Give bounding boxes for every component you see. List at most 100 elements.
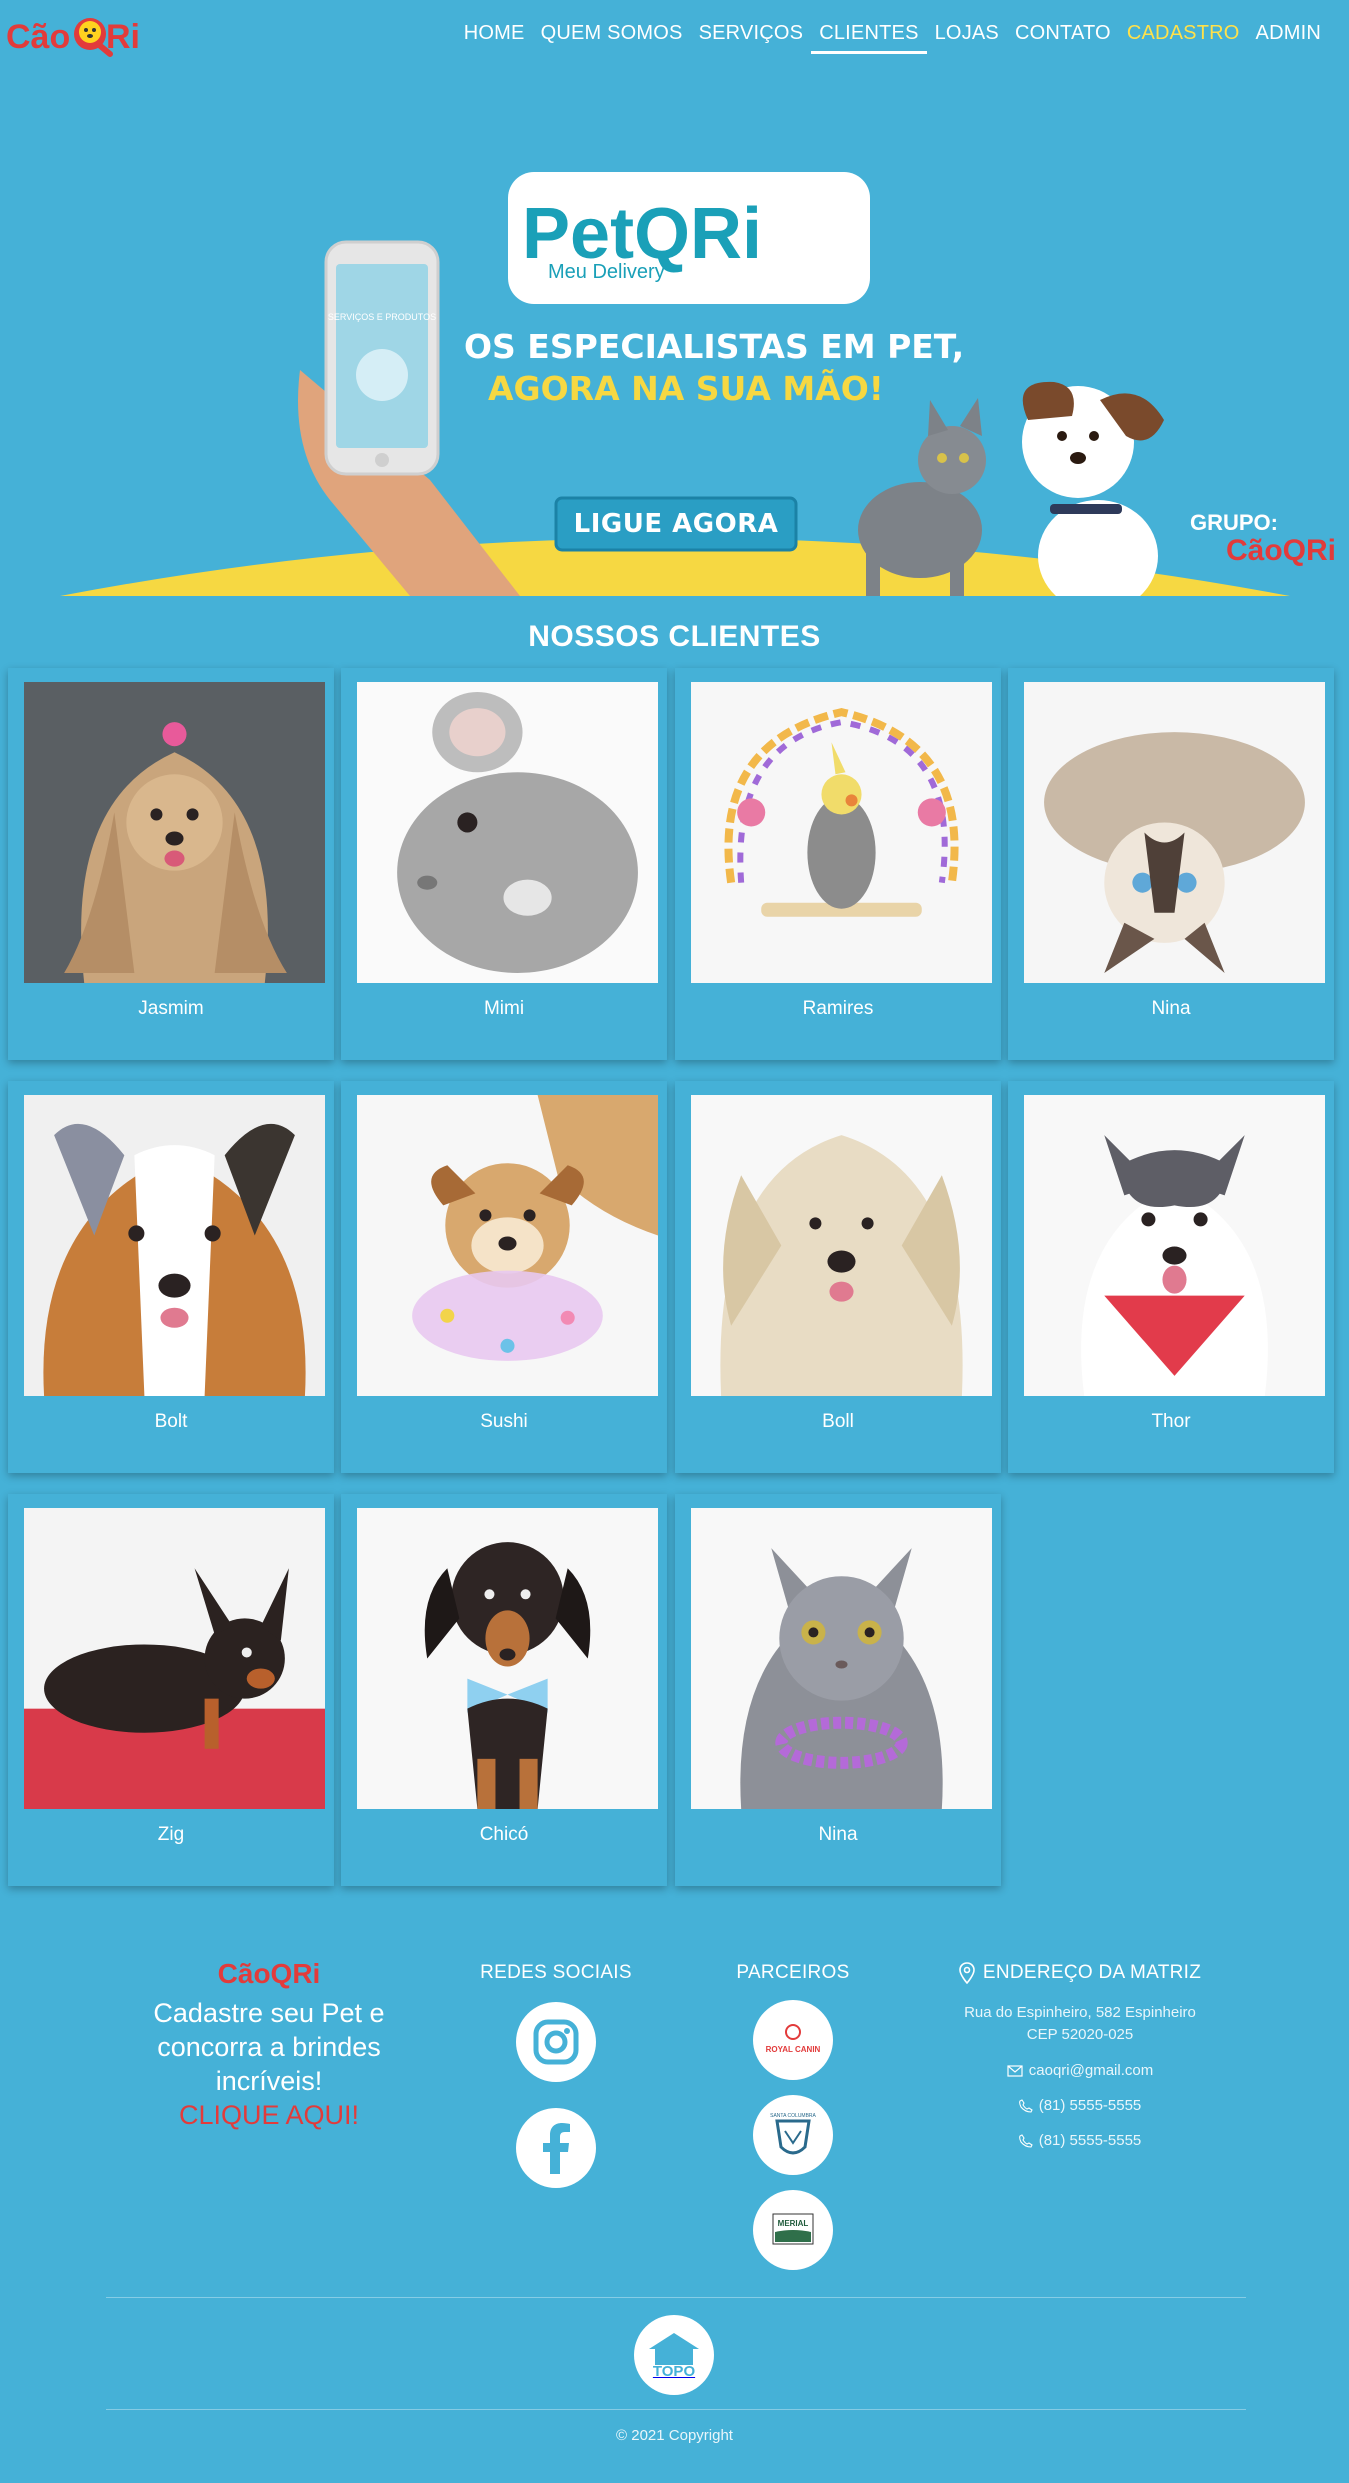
address-line-1: Rua do Espinheiro, 582 Espinheiro <box>964 2004 1196 2021</box>
client-card[interactable]: Chicó <box>341 1494 667 1886</box>
phone-icon <box>1018 2133 1033 2148</box>
client-photo[interactable] <box>357 1508 658 1809</box>
client-name: Mimi <box>483 998 525 1019</box>
pet-illustration <box>691 682 992 983</box>
partner-santa-columbra[interactable]: SANTA COLUMBRA <box>753 2095 833 2175</box>
social-column: REDES SOCIAIS <box>456 1962 656 2188</box>
svg-text:ROYAL CANIN: ROYAL CANIN <box>766 2045 821 2054</box>
pet-illustration <box>1024 682 1325 983</box>
phone-row-2: (81) 5555-5555 <box>920 2132 1240 2149</box>
hero-headline-2: AGORA NA SUA MÃO! <box>488 368 884 408</box>
client-name: Bolt <box>154 1411 188 1432</box>
instagram-icon[interactable] <box>516 2002 596 2082</box>
client-name: Sushi <box>480 1411 528 1432</box>
partner-merial[interactable]: MERIAL <box>753 2190 833 2270</box>
client-card[interactable]: Jasmim <box>8 668 334 1060</box>
promo-cta-link[interactable]: CLIQUE AQUI! <box>146 2098 392 2132</box>
phone-screen-text: SERVIÇOS E PRODUTOS <box>328 312 436 322</box>
nav-admin[interactable]: ADMIN <box>1248 18 1329 54</box>
client-name: Jasmim <box>138 998 204 1019</box>
nav-lojas[interactable]: LOJAS <box>927 18 1007 54</box>
client-name: Boll <box>822 1411 854 1432</box>
nav-servicos[interactable]: SERVIÇOS <box>691 18 812 54</box>
client-photo[interactable] <box>24 682 325 983</box>
client-card[interactable]: Mimi <box>341 668 667 1060</box>
email-row: caoqri@gmail.com <box>920 2062 1240 2079</box>
partners-column: PARCEIROS ROYAL CANIN SANTA COLUMBRA MER… <box>693 1962 893 2270</box>
address-heading-row: ENDEREÇO DA MATRIZ <box>920 1962 1240 1984</box>
promo-text: Cadastre seu Pet e concorra a brindes in… <box>153 1998 385 2096</box>
navbar: Cão Ri HOME QUEM SOMOS SERVIÇOS CLIENTES… <box>0 0 1349 70</box>
pet-illustration <box>1024 1095 1325 1396</box>
client-photo[interactable] <box>24 1095 325 1396</box>
partner-royal-canin[interactable]: ROYAL CANIN <box>753 2000 833 2080</box>
client-card[interactable]: Bolt <box>8 1081 334 1473</box>
svg-text:MERIAL: MERIAL <box>778 2219 809 2228</box>
map-pin-icon <box>959 1962 975 1984</box>
client-photo[interactable] <box>24 1508 325 1809</box>
nav-home[interactable]: HOME <box>456 18 533 54</box>
svg-text:Ri: Ri <box>106 18 140 56</box>
client-card[interactable]: Thor <box>1008 1081 1334 1473</box>
phone-1[interactable]: (81) 5555-5555 <box>1039 2097 1142 2114</box>
email-link[interactable]: caoqri@gmail.com <box>1029 2062 1153 2079</box>
house-icon <box>649 2332 699 2365</box>
pet-illustration <box>24 1095 325 1396</box>
partners-heading: PARCEIROS <box>736 1962 850 1983</box>
group-label: GRUPO: <box>1190 510 1278 535</box>
client-name: Zig <box>157 1824 185 1845</box>
client-name: Nina <box>818 1824 858 1845</box>
main-nav: HOME QUEM SOMOS SERVIÇOS CLIENTES LOJAS … <box>456 18 1329 54</box>
client-card[interactable]: Boll <box>675 1081 1001 1473</box>
ligue-agora-button[interactable]: LIGUE AGORA <box>556 498 796 550</box>
phone-icon <box>1018 2098 1033 2113</box>
copyright: © 2021 Copyright <box>616 2427 733 2444</box>
back-to-top-button[interactable]: TOPO <box>634 2315 714 2395</box>
pet-illustration <box>357 1095 658 1396</box>
caoqri-logo[interactable]: Cão Ri <box>6 8 148 60</box>
client-card[interactable]: Ramires <box>675 668 1001 1060</box>
pet-illustration <box>357 1508 658 1809</box>
social-heading: REDES SOCIAIS <box>480 1962 632 1983</box>
hero-headline-1: OS ESPECIALISTAS EM PET, <box>464 327 964 366</box>
nav-contato[interactable]: CONTATO <box>1007 18 1119 54</box>
group-brand: CãoQRi <box>1226 534 1336 567</box>
footer-divider-bottom <box>106 2409 1246 2410</box>
address-line-2: CEP 52020-025 <box>1026 2026 1134 2043</box>
client-card[interactable]: Nina <box>1008 668 1334 1060</box>
phone-row-1: (81) 5555-5555 <box>920 2097 1240 2114</box>
facebook-icon[interactable] <box>516 2108 596 2188</box>
client-photo[interactable] <box>357 1095 658 1396</box>
client-photo[interactable] <box>1024 1095 1325 1396</box>
client-photo[interactable] <box>691 682 992 983</box>
hero-banner: PetQRi Meu Delivery OS ESPECIALISTAS EM … <box>0 120 1349 612</box>
client-photo[interactable] <box>357 682 658 983</box>
pet-illustration <box>24 1508 325 1809</box>
nav-cadastro[interactable]: CADASTRO <box>1119 18 1248 54</box>
section-title: NOSSOS CLIENTES <box>528 620 821 653</box>
envelope-icon <box>1007 2064 1023 2077</box>
promo-column: CãoQRi Cadastre seu Pet e concorra a bri… <box>146 1958 392 2132</box>
footer: CãoQRi Cadastre seu Pet e concorra a bri… <box>0 1940 1349 2483</box>
nav-quem-somos[interactable]: QUEM SOMOS <box>533 18 691 54</box>
client-photo[interactable] <box>691 1095 992 1396</box>
client-photo[interactable] <box>691 1508 992 1809</box>
pet-illustration <box>357 682 658 983</box>
client-name: Ramires <box>802 998 874 1019</box>
address-column: ENDEREÇO DA MATRIZ Rua do Espinheiro, 58… <box>920 1962 1240 2149</box>
address-heading: ENDEREÇO DA MATRIZ <box>982 1962 1202 1983</box>
back-to-top-label: TOPO <box>652 2362 696 2380</box>
pet-illustration <box>691 1508 992 1809</box>
client-name: Thor <box>1151 1411 1191 1432</box>
svg-text:Cão: Cão <box>6 18 70 56</box>
svg-text:SANTA COLUMBRA: SANTA COLUMBRA <box>770 2113 816 2119</box>
client-photo[interactable] <box>1024 682 1325 983</box>
client-card[interactable]: Nina <box>675 1494 1001 1886</box>
petqri-sub: Meu Delivery <box>548 261 665 283</box>
client-card[interactable]: Zig <box>8 1494 334 1886</box>
pet-illustration <box>691 1095 992 1396</box>
nav-clientes[interactable]: CLIENTES <box>811 18 927 54</box>
client-card[interactable]: Sushi <box>341 1081 667 1473</box>
phone-2[interactable]: (81) 5555-5555 <box>1039 2132 1142 2149</box>
pet-illustration <box>24 682 325 983</box>
